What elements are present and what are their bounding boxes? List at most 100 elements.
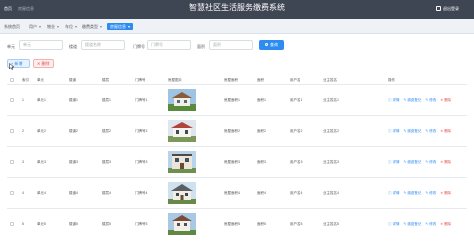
search-input-area[interactable]: 面积 — [209, 40, 253, 50]
pay-register-button[interactable]: ✎ 缴费登记 — [403, 98, 421, 102]
search-button[interactable]: 查询 — [259, 40, 284, 50]
add-button-label: 新增 — [14, 61, 23, 66]
delete-button-label: 删除 — [41, 61, 50, 66]
column-header: 操作 — [388, 78, 395, 82]
search-input-door[interactable]: 门牌号 — [147, 40, 191, 50]
tab-user[interactable]: 用户 ▾ — [29, 23, 41, 30]
column-header: 楼层 — [102, 78, 109, 82]
logout-button[interactable]: 退出登录 — [443, 6, 459, 12]
logout-icon[interactable] — [436, 6, 441, 11]
tab-label: 用户 — [29, 24, 37, 29]
cell-unit: 单元1 — [37, 98, 46, 102]
cell-area: 面积4 — [257, 191, 266, 195]
house-image — [168, 182, 196, 204]
cell-floor: 楼层1 — [102, 98, 111, 102]
cell-unit: 单元5 — [37, 222, 46, 226]
cell-hall: 楼道4 — [69, 191, 78, 195]
row-checkbox[interactable] — [10, 98, 14, 102]
edit-button[interactable]: ✎ 修改 — [425, 222, 436, 226]
edit-button[interactable]: ✎ 修改 — [425, 129, 436, 133]
search-label-door: 门牌号 — [133, 44, 145, 49]
search-button-label: 查询 — [270, 42, 278, 47]
cell-index: 5 — [22, 222, 24, 226]
column-header: 门牌号 — [135, 78, 146, 82]
pay-register-label: 缴费登记 — [407, 222, 422, 226]
search-input-unit[interactable]: 单元 — [19, 40, 63, 50]
search-input-hall[interactable]: 楼道名称 — [81, 40, 125, 50]
edit-button[interactable]: ✎ 修改 — [425, 191, 436, 195]
cell-index: 4 — [22, 191, 24, 195]
detail-button[interactable]: ⓘ 详情 — [388, 129, 399, 133]
cell-owner: 业主姓名4 — [323, 191, 339, 195]
cell-index: 3 — [22, 160, 24, 164]
cell-unit: 单元4 — [37, 191, 46, 195]
delete-button[interactable]: ✕ 删除 — [33, 59, 54, 68]
row-delete-button[interactable]: ✕ 删除 — [440, 160, 451, 164]
tab-property[interactable]: 物业 ▾ — [47, 23, 59, 30]
house-image — [168, 151, 196, 173]
tab-fee-type[interactable]: 缴费类型 ▾ — [82, 23, 102, 30]
pay-register-button[interactable]: ✎ 缴费登记 — [403, 129, 421, 133]
detail-label: 详情 — [392, 160, 400, 164]
column-header: 房屋图片 — [168, 78, 182, 82]
pay-register-button[interactable]: ✎ 缴费登记 — [403, 191, 421, 195]
pay-register-label: 缴费登记 — [407, 160, 422, 164]
cell-door: 门牌号4 — [135, 191, 148, 195]
tab-home[interactable]: 系统首页 — [4, 23, 20, 30]
cell-house-area: 房屋面积4 — [224, 191, 240, 195]
row-delete-label: 删除 — [444, 222, 452, 226]
house-image — [168, 89, 196, 111]
row-delete-button[interactable]: ✕ 删除 — [440, 222, 451, 226]
cell-username: 用户名1 — [290, 98, 303, 102]
tab-house-info[interactable]: 房屋信息 ▾ — [107, 23, 134, 30]
detail-button[interactable]: ⓘ 详情 — [388, 191, 399, 195]
cell-area: 面积1 — [257, 98, 266, 102]
cell-floor: 楼层4 — [102, 191, 111, 195]
tab-label: 缴费类型 — [82, 24, 98, 29]
cell-username: 用户名2 — [290, 129, 303, 133]
table-row: 2 单元2 楼道2 楼层2 门牌号2 房屋面积2 面积2 用户名2 业主姓名2 … — [7, 115, 467, 146]
cell-house-area: 房屋面积1 — [224, 98, 240, 102]
row-delete-button[interactable]: ✕ 删除 — [440, 191, 451, 195]
edit-label: 修改 — [429, 129, 437, 133]
detail-label: 详情 — [392, 129, 400, 133]
edit-label: 修改 — [429, 191, 437, 195]
cell-index: 2 — [22, 129, 24, 133]
cell-owner: 业主姓名3 — [323, 160, 339, 164]
row-checkbox[interactable] — [10, 129, 14, 133]
tab-parking[interactable]: 车位 ▾ — [65, 23, 77, 30]
detail-button[interactable]: ⓘ 详情 — [388, 222, 399, 226]
pay-register-button[interactable]: ✎ 缴费登记 — [403, 222, 421, 226]
app-title: 智慧社区生活服务缴费系统 — [189, 3, 285, 12]
column-header: 楼道 — [69, 78, 76, 82]
tab-label: 系统首页 — [4, 24, 20, 29]
column-header: 房屋面积 — [224, 78, 238, 82]
pay-register-label: 缴费登记 — [407, 98, 422, 102]
row-checkbox[interactable] — [10, 160, 14, 164]
row-checkbox[interactable] — [10, 222, 14, 226]
chevron-down-icon: ▾ — [57, 24, 60, 29]
detail-label: 详情 — [392, 222, 400, 226]
pay-register-button[interactable]: ✎ 缴费登记 — [403, 160, 421, 164]
nav-tabs: 系统首页 用户 ▾ 物业 ▾ 车位 ▾ 缴费类型 ▾ 房屋信息 ▾ — [0, 19, 474, 34]
chevron-down-icon: ▾ — [128, 24, 131, 29]
edit-label: 修改 — [429, 98, 437, 102]
row-delete-button[interactable]: ✕ 删除 — [440, 129, 451, 133]
search-icon — [265, 43, 268, 46]
row-checkbox[interactable] — [10, 191, 14, 195]
edit-button[interactable]: ✎ 修改 — [425, 160, 436, 164]
row-delete-label: 删除 — [444, 98, 452, 102]
row-delete-label: 删除 — [444, 191, 452, 195]
table-row: 1 单元1 楼道1 楼层1 门牌号1 房屋面积1 面积1 用户名1 业主姓名1 … — [7, 84, 467, 115]
detail-button[interactable]: ⓘ 详情 — [388, 160, 399, 164]
mouse-cursor-icon — [9, 63, 14, 70]
row-delete-button[interactable]: ✕ 删除 — [440, 98, 451, 102]
select-all-checkbox[interactable] — [10, 78, 14, 82]
cell-hall: 楼道5 — [69, 222, 78, 226]
row-operations: ⓘ 详情 ✎ 缴费登记 ✎ 修改 ✕ 删除 — [388, 129, 454, 134]
edit-label: 修改 — [429, 222, 437, 226]
detail-button[interactable]: ⓘ 详情 — [388, 98, 399, 102]
cell-owner: 业主姓名1 — [323, 98, 339, 102]
search-label-unit: 单元 — [7, 44, 15, 49]
edit-button[interactable]: ✎ 修改 — [425, 98, 436, 102]
